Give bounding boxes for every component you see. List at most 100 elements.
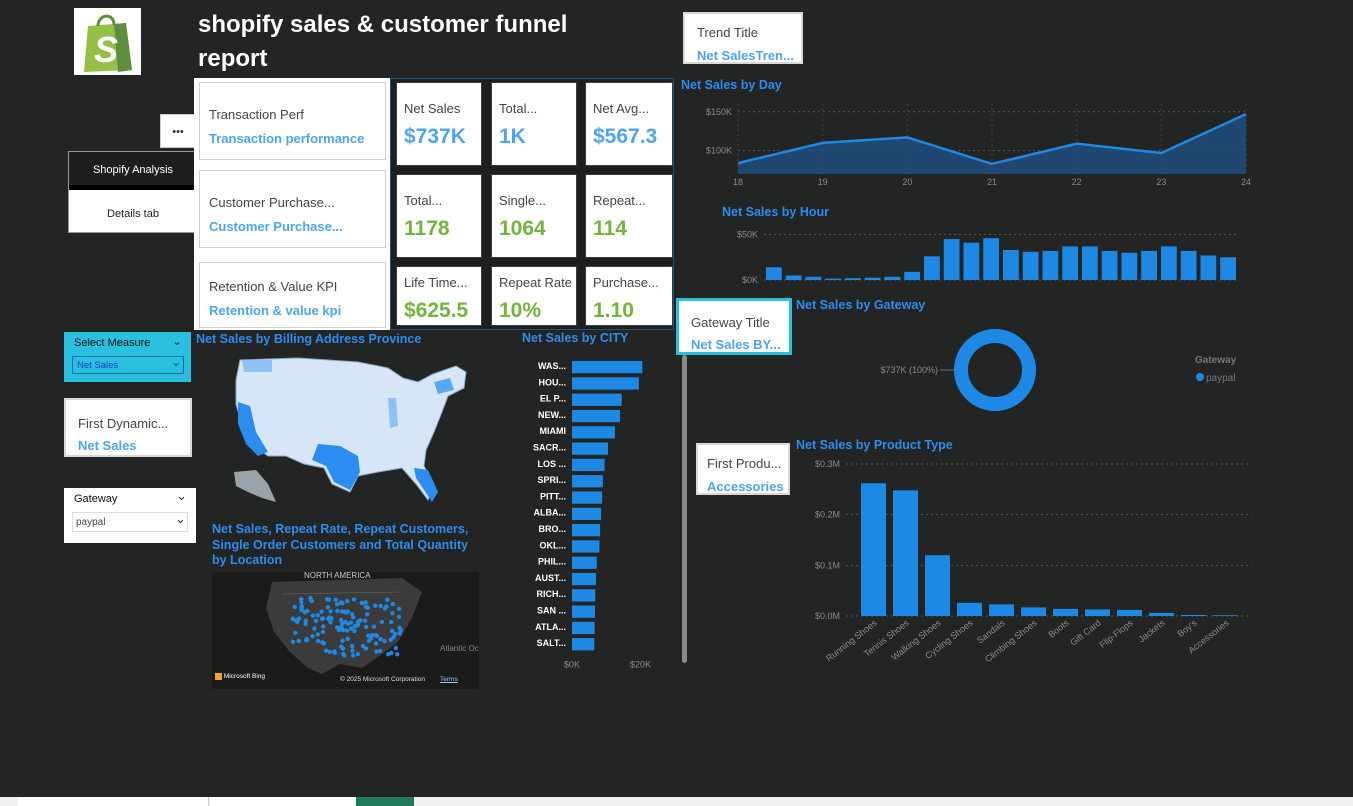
city-bar[interactable] [572,475,603,488]
location-bubble[interactable] [374,649,379,654]
city-bar[interactable] [572,621,595,635]
scrollbar[interactable] [682,355,687,663]
location-bubble[interactable] [334,602,340,607]
hour-bar[interactable] [1160,246,1177,280]
location-bubble[interactable] [339,617,344,623]
location-bubble[interactable] [312,626,317,631]
location-bubble[interactable] [340,627,346,633]
location-bubble[interactable] [315,632,320,637]
location-bubble[interactable] [373,603,378,608]
hour-bar[interactable] [1101,250,1118,280]
hour-bar[interactable] [1022,251,1039,280]
location-bubble[interactable] [290,639,296,645]
city-bar[interactable] [572,393,622,406]
location-bubble[interactable] [321,624,326,629]
location-bubble[interactable] [310,633,315,639]
location-bubble[interactable] [355,651,361,657]
location-bubble[interactable] [378,636,383,642]
measure-dropdown[interactable]: Net Sales ⌄ [72,355,184,374]
product-bar[interactable] [1085,609,1110,616]
location-bubble[interactable] [320,640,325,645]
location-bubble[interactable] [396,614,402,620]
product-bar[interactable] [989,604,1014,616]
location-bubble[interactable] [389,619,394,625]
location-bubble[interactable] [371,624,377,629]
location-bubble[interactable] [313,618,319,624]
city-bar[interactable] [572,605,595,618]
location-bubble[interactable] [320,616,326,621]
location-bubble[interactable] [394,652,400,657]
location-bubble[interactable] [315,612,320,618]
location-bubble[interactable] [293,618,299,623]
product-bar[interactable] [893,490,918,616]
hour-bar[interactable] [904,271,921,280]
location-bubble[interactable] [373,641,379,646]
hour-bar[interactable] [1121,252,1138,280]
hour-bar[interactable] [943,239,960,280]
city-bar[interactable] [572,426,615,439]
hour-chart[interactable]: $0K $50K [722,226,1262,290]
hour-bar[interactable] [1062,246,1079,280]
location-bubble[interactable] [351,597,357,602]
gateway-chart[interactable]: $737K (100%) Gateway paypal [860,318,1260,428]
product-bar[interactable] [1181,614,1206,616]
city-bar[interactable] [572,507,602,520]
kpi-card[interactable]: Net Avg... $567.3 [585,82,673,166]
kpi-card[interactable]: Life Time... $625.5 [396,266,482,326]
location-bubble[interactable] [327,615,332,620]
location-bubble[interactable] [325,605,331,610]
location-bubble[interactable] [390,611,395,616]
location-bubble[interactable] [345,598,350,604]
city-bar[interactable] [572,491,603,504]
first-dynamic-card[interactable]: First Dynamic... Net Sales [64,398,192,457]
location-bubble[interactable] [328,609,333,614]
city-bar[interactable] [572,638,595,651]
hour-bar[interactable] [1200,255,1217,280]
kpi-card[interactable]: Single... 1064 [491,174,577,258]
kpi-card[interactable]: Repeat... 114 [585,174,673,258]
gateway-title-card[interactable]: Gateway Title Net Sales BY... [676,298,792,355]
bottom-tab-3[interactable] [356,797,414,806]
location-bubble[interactable] [363,600,368,605]
hour-bar[interactable] [864,277,881,280]
hour-bar[interactable] [923,256,940,280]
location-bubble[interactable] [358,618,363,623]
bottom-tab-1[interactable] [18,797,209,806]
product-chart[interactable]: $0.0M$0.1M$0.2M$0.3MRunning ShoesTennis … [796,455,1256,670]
location-bubble[interactable] [340,645,345,651]
location-bubble[interactable] [362,618,368,623]
location-bubble[interactable] [335,608,340,614]
location-bubble[interactable] [359,600,365,606]
location-bubble[interactable] [310,613,316,618]
location-bubble[interactable] [299,599,304,605]
location-bubble[interactable] [308,595,313,601]
city-bar[interactable] [572,572,596,586]
product-bar[interactable] [957,602,982,616]
location-bubble[interactable] [370,632,375,638]
location-bubble[interactable] [363,624,369,630]
location-bubble[interactable] [355,623,360,628]
location-bubble[interactable] [339,600,344,606]
location-bubble[interactable] [349,643,355,649]
location-bubble[interactable] [397,625,402,631]
product-bar[interactable] [1117,609,1142,616]
city-bar[interactable] [572,442,608,455]
location-bubble[interactable] [324,648,329,653]
donut-slice[interactable] [954,329,1036,411]
hour-bar[interactable] [963,242,980,280]
tab-shopify-analysis[interactable]: Shopify Analysis [69,152,197,190]
location-bubble[interactable] [392,631,398,637]
location-bubble[interactable] [319,609,324,614]
province-map[interactable] [228,352,474,508]
location-bubble[interactable] [305,608,310,614]
location-bubble[interactable] [397,631,402,636]
kpi-card[interactable]: Net Sales $737K [396,82,482,166]
hour-bar[interactable] [1042,250,1059,280]
product-bar[interactable] [861,483,886,616]
location-bubble[interactable] [389,650,394,656]
location-bubble[interactable] [396,606,402,612]
kpi-card[interactable]: Repeat Rate 10% [491,266,577,326]
location-bubble[interactable] [348,626,354,631]
location-bubble[interactable] [326,597,332,602]
hour-bar[interactable] [1141,250,1158,280]
